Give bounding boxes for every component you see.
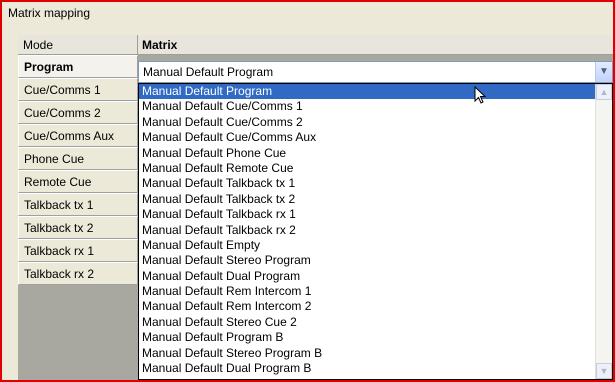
option-list: Manual Default Program Manual Default Cue… [139,84,595,376]
dropdown-option[interactable]: Manual Default Program B [139,330,595,345]
matrix-column-header: Matrix [138,35,613,55]
mapping-grid: Mode Program Cue/Comms 1 Cue/Comms 2 Cue/Co… [18,35,613,380]
dropdown-option[interactable]: Manual Default Dual Program B [139,361,595,376]
dropdown-option[interactable]: Manual Default Stereo Program B [139,346,595,361]
window-title: Matrix mapping [4,4,611,22]
mode-column: Mode Program Cue/Comms 1 Cue/Comms 2 Cue/Co… [18,35,138,285]
scroll-down-icon[interactable]: ▼ [596,363,612,379]
mode-row[interactable]: Talkback tx 2 [18,216,138,239]
mode-row[interactable]: Cue/Comms 1 [18,78,138,101]
dropdown-option[interactable]: Manual Default Talkback rx 2 [139,223,595,238]
dropdown-option[interactable]: Manual Default Cue/Comms Aux [139,130,595,145]
dropdown-option[interactable]: Manual Default Remote Cue [139,161,595,176]
matrix-mapping-window: Matrix mapping Mode Program Cue/Comms 1 Cu… [0,0,615,382]
scroll-up-icon[interactable]: ▲ [596,84,612,100]
dropdown-option[interactable]: Manual Default Stereo Program [139,253,595,268]
dropdown-option[interactable]: Manual Default Cue/Comms 2 [139,115,595,130]
dropdown-option[interactable]: Manual Default Dual Program [139,269,595,284]
dropdown-option[interactable]: Manual Default Phone Cue [139,146,595,161]
mode-row[interactable]: Talkback rx 2 [18,262,138,285]
mode-row[interactable]: Remote Cue [18,170,138,193]
dropdown-option[interactable]: Manual Default Empty [139,238,595,253]
dropdown-option[interactable]: Manual Default Talkback tx 2 [139,192,595,207]
dropdown-option[interactable]: Manual Default Talkback rx 1 [139,207,595,222]
matrix-select[interactable]: Manual Default Program ▼ [138,61,613,83]
dropdown-option[interactable]: Manual Default Rem Intercom 1 [139,284,595,299]
matrix-dropdown-list[interactable]: Manual Default Program Manual Default Cue… [138,83,613,380]
vertical-scrollbar[interactable]: ▲ ▼ [595,84,612,379]
dropdown-option[interactable]: Manual Default Program [139,84,595,100]
chevron-down-icon[interactable]: ▼ [595,62,612,82]
matrix-select-value: Manual Default Program [143,65,274,79]
mode-row[interactable]: Talkback rx 1 [18,239,138,262]
dropdown-option[interactable]: Manual Default Talkback tx 1 [139,176,595,191]
mode-row[interactable]: Phone Cue [18,147,138,170]
dropdown-option[interactable]: Manual Default Cue/Comms 1 [139,99,595,114]
mode-row[interactable]: Talkback tx 1 [18,193,138,216]
mouse-pointer-icon [474,86,486,104]
mode-row[interactable]: Cue/Comms 2 [18,101,138,124]
mode-row[interactable]: Program [18,55,138,78]
dropdown-option[interactable]: Manual Default Stereo Cue 2 [139,315,595,330]
dropdown-option[interactable]: Manual Default Rem Intercom 2 [139,299,595,314]
mode-list: Program Cue/Comms 1 Cue/Comms 2 Cue/Comms A… [18,55,138,285]
mode-row[interactable]: Cue/Comms Aux [18,124,138,147]
mode-column-header: Mode [18,35,138,55]
